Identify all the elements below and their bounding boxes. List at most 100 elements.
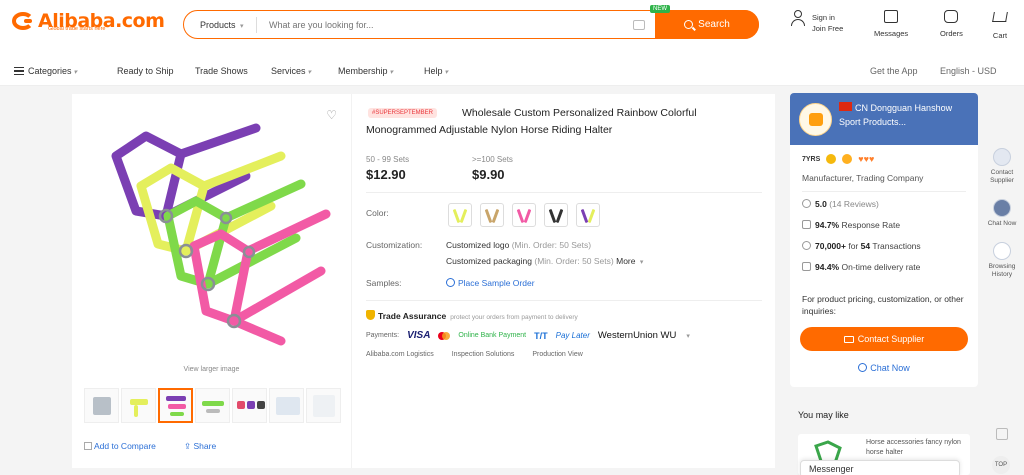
thumbnail[interactable] bbox=[306, 388, 341, 423]
recommended-product-title: Horse accessories fancy nylon horse halt… bbox=[866, 439, 961, 456]
get-the-app-link[interactable]: Get the App bbox=[870, 66, 918, 76]
color-swatch[interactable] bbox=[480, 203, 504, 227]
favorite-icon[interactable]: ♡ bbox=[326, 108, 337, 122]
rating-hearts-icon: ♥♥♥ bbox=[858, 154, 875, 164]
add-to-compare-link[interactable]: Add to Compare bbox=[84, 441, 156, 451]
language-currency-select[interactable]: English - USD bbox=[940, 66, 997, 76]
nav-help[interactable]: Help ▾ bbox=[424, 66, 448, 76]
feedback-icon[interactable] bbox=[996, 428, 1008, 440]
price-tier: 50 - 99 Sets $12.90 bbox=[366, 155, 410, 182]
search-input[interactable] bbox=[269, 19, 629, 30]
search-button[interactable]: Search bbox=[655, 9, 759, 39]
more-link[interactable]: More ▾ bbox=[616, 256, 643, 266]
color-swatch[interactable] bbox=[576, 203, 600, 227]
category-nav: Categories ▾ Ready to Ship Trade Shows Se… bbox=[0, 58, 1024, 86]
nav-ready-to-ship[interactable]: Ready to Ship bbox=[117, 66, 174, 76]
supplier-avatar bbox=[799, 103, 832, 136]
camera-icon[interactable] bbox=[633, 19, 645, 30]
thumbnail[interactable] bbox=[84, 388, 119, 423]
color-swatch[interactable] bbox=[448, 203, 472, 227]
transactions-stat: 70,000+ for 54 Transactions bbox=[802, 241, 921, 251]
service-links: Alibaba.com Logistics Inspection Solutio… bbox=[366, 351, 583, 358]
years-badge: 7YRS bbox=[802, 155, 821, 163]
logo-tagline: Global trade starts here bbox=[48, 26, 106, 32]
customization-label: Customization: bbox=[366, 240, 423, 250]
place-sample-order-link[interactable]: Place Sample Order bbox=[446, 278, 535, 288]
chevron-down-icon[interactable]: ▾ bbox=[686, 332, 690, 340]
sign-in-link[interactable] bbox=[789, 10, 807, 29]
rating-stat[interactable]: 5.0 (14 Reviews) bbox=[802, 199, 879, 209]
inquiry-note: For product pricing, customization, or o… bbox=[802, 294, 964, 316]
product-info: Wholesale Custom Personalized Rainbow Co… bbox=[351, 94, 775, 468]
rail-browsing-history[interactable]: Browsing History bbox=[984, 242, 1020, 279]
main-product-image[interactable] bbox=[86, 106, 337, 362]
back-to-top-button[interactable]: TOP bbox=[992, 456, 1010, 474]
view-larger-image-link[interactable]: View larger image bbox=[72, 366, 351, 373]
payment-methods: Payments: VISA Online Bank Payment T/T P… bbox=[366, 330, 690, 341]
thumbnail[interactable] bbox=[195, 388, 230, 423]
sign-in-label[interactable]: Sign in Join Free bbox=[812, 12, 843, 34]
thumbnail-strip bbox=[84, 388, 341, 423]
alibaba-logo[interactable]: Alibaba.com Global trade starts here bbox=[12, 10, 165, 32]
search-icon bbox=[684, 19, 694, 29]
logo-mark-icon bbox=[12, 10, 38, 32]
share-icon: ⇪ bbox=[184, 441, 192, 451]
rail-chat-now[interactable]: Chat Now bbox=[984, 199, 1020, 228]
custom-logo-option: Customized logo (Min. Order: 50 Sets) bbox=[446, 240, 592, 250]
rail-contact-supplier[interactable]: Contact Supplier bbox=[984, 148, 1020, 185]
chat-avatar-icon bbox=[993, 199, 1011, 217]
custom-packaging-option: Customized packaging (Min. Order: 50 Set… bbox=[446, 256, 644, 266]
trade-assurance[interactable]: Trade Assurance protect your orders from … bbox=[366, 310, 578, 321]
supplier-type: Manufacturer, Trading Company bbox=[802, 173, 924, 183]
contact-icon bbox=[993, 148, 1011, 166]
cart-link[interactable]: Cart bbox=[991, 10, 1009, 40]
nav-services[interactable]: Services ▾ bbox=[271, 66, 311, 76]
orders-link[interactable]: Orders bbox=[940, 10, 963, 38]
color-swatch[interactable] bbox=[544, 203, 568, 227]
promo-tag[interactable]: #SUPERSEPTEMBER bbox=[368, 108, 438, 118]
message-icon bbox=[882, 10, 900, 26]
thumbnail[interactable] bbox=[121, 388, 156, 423]
contact-supplier-button[interactable]: Contact Supplier bbox=[800, 327, 968, 351]
price-tier: >=100 Sets $9.90 bbox=[472, 155, 513, 182]
tt-logo: T/T bbox=[534, 330, 548, 341]
compare-checkbox[interactable] bbox=[84, 442, 92, 450]
supplier-badges: 7YRS ♥♥♥ bbox=[802, 154, 874, 164]
categories-menu[interactable]: Categories ▾ bbox=[14, 66, 77, 76]
samples-label: Samples: bbox=[366, 278, 402, 288]
chat-icon bbox=[858, 363, 868, 372]
visa-logo: VISA bbox=[407, 330, 431, 341]
supplier-header[interactable]: CN Dongguan Hanshow Sport Products... bbox=[790, 93, 978, 145]
star-icon bbox=[802, 199, 811, 208]
top-header: Alibaba.com Global trade starts here NEW… bbox=[0, 0, 1024, 58]
menu-icon bbox=[14, 67, 24, 75]
messenger-bar[interactable]: Messenger bbox=[800, 460, 960, 475]
search-bar: Products ▾ Search bbox=[183, 9, 759, 39]
orders-icon bbox=[942, 10, 960, 26]
delivery-icon bbox=[802, 262, 811, 271]
search-category-select[interactable]: Products ▾ bbox=[184, 20, 256, 30]
western-union-logo: WesternUnion WU bbox=[597, 330, 677, 341]
thumbnail-active[interactable] bbox=[158, 388, 193, 423]
supplier-name[interactable]: CN Dongguan Hanshow Sport Products... bbox=[839, 101, 969, 129]
nav-membership[interactable]: Membership ▾ bbox=[338, 66, 393, 76]
share-link[interactable]: ⇪ Share bbox=[184, 441, 216, 452]
you-may-like-title: You may like bbox=[798, 410, 849, 420]
inspection-link[interactable]: Inspection Solutions bbox=[452, 351, 515, 358]
messages-link[interactable]: Messages bbox=[874, 10, 908, 38]
color-label: Color: bbox=[366, 208, 389, 218]
production-view-link[interactable]: Production View bbox=[532, 351, 582, 358]
color-swatch[interactable] bbox=[512, 203, 536, 227]
mail-icon bbox=[843, 335, 854, 343]
mastercard-icon bbox=[438, 331, 451, 340]
logistics-link[interactable]: Alibaba.com Logistics bbox=[366, 351, 434, 358]
user-icon bbox=[789, 10, 807, 26]
nav-trade-shows[interactable]: Trade Shows bbox=[195, 66, 248, 76]
trade-assurance-icon bbox=[366, 310, 375, 320]
thumbnail[interactable] bbox=[269, 388, 304, 423]
chat-now-link[interactable]: Chat Now bbox=[790, 363, 978, 373]
thumbnail[interactable] bbox=[232, 388, 267, 423]
right-rail: Contact Supplier Chat Now Browsing Histo… bbox=[984, 148, 1020, 293]
ontime-stat: 94.4% On-time delivery rate bbox=[802, 262, 920, 272]
online-bank-payment: Online Bank Payment bbox=[458, 332, 527, 339]
